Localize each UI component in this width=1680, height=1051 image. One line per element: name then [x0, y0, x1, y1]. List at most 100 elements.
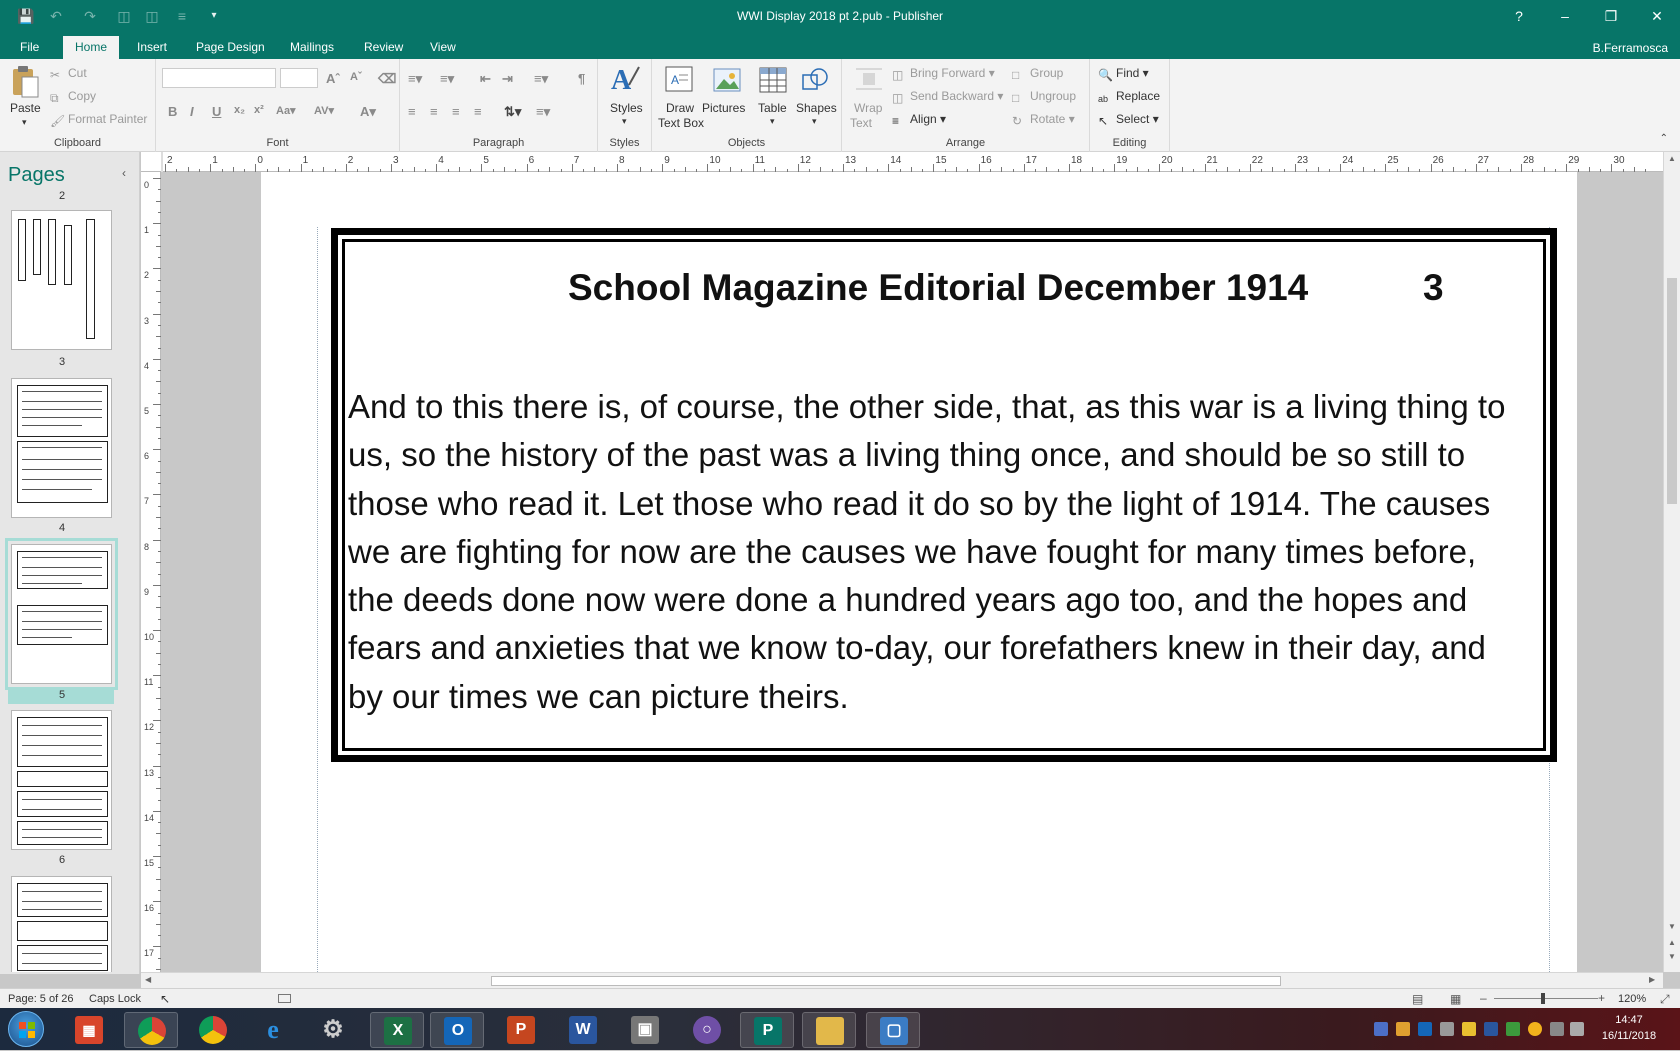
clock-date[interactable]: 16/11/2018 — [1598, 1030, 1660, 1042]
align-left-icon[interactable]: ≡ — [408, 104, 416, 119]
ungroup-button[interactable]: □ Ungroup — [1012, 89, 1076, 105]
taskbar-display[interactable]: ▢ — [866, 1012, 920, 1048]
pictures-icon[interactable] — [712, 65, 744, 97]
start-button[interactable] — [8, 1011, 44, 1047]
align-button[interactable]: ≡ Align ▾ — [892, 112, 946, 128]
zoom-level[interactable]: 120% — [1618, 993, 1646, 1005]
publication-page[interactable]: School Magazine Editorial December 1914 … — [261, 172, 1577, 972]
taskbar-file-explorer[interactable] — [802, 1012, 856, 1048]
article-body[interactable]: And to this there is, of course, the oth… — [348, 383, 1528, 721]
device-tray-icon[interactable] — [1440, 1022, 1454, 1036]
network-tray-icon[interactable] — [1550, 1022, 1564, 1036]
taskbar-chrome-2[interactable] — [186, 1012, 240, 1048]
grow-font-icon[interactable]: Aˆ — [326, 71, 340, 86]
italic-icon[interactable]: I — [190, 104, 194, 119]
vertical-ruler[interactable]: 0 1 2 3 4 5 6 7 8 9 10 11 12 13 14 15 16 17 — [141, 172, 161, 982]
taskbar-publisher[interactable]: P — [740, 1012, 794, 1048]
taskbar-powerpoint[interactable]: P — [494, 1012, 548, 1048]
tab-mailings[interactable]: Mailings — [282, 36, 342, 59]
decrease-indent-icon[interactable]: ⇤ — [480, 71, 491, 87]
group-button[interactable]: □ Group — [1012, 66, 1063, 82]
mail-tray-icon[interactable] — [1396, 1022, 1410, 1036]
bring-forward-button[interactable]: ◫ Bring Forward ▾ — [892, 66, 995, 82]
outlook-tray-icon[interactable] — [1418, 1022, 1432, 1036]
table-button[interactable]: Table — [758, 101, 787, 115]
font-color-icon[interactable]: A▾ — [360, 104, 376, 120]
horizontal-ruler[interactable]: 2 1 0 1 2 3 4 5 6 7 8 9 10 11 12 13 14 15 16 17 18 19 20 21 22 23… — [141, 152, 1663, 172]
change-case-icon[interactable]: Aa▾ — [276, 104, 296, 117]
help-button[interactable]: ? — [1496, 0, 1542, 32]
next-page-icon[interactable]: ▼ — [1668, 952, 1676, 961]
collapse-pane-icon[interactable]: ‹ — [122, 166, 126, 180]
scroll-left-arrow-icon[interactable]: ◀ — [145, 975, 151, 984]
teams-tray-icon[interactable] — [1374, 1022, 1388, 1036]
vertical-scroll-thumb[interactable] — [1667, 278, 1677, 504]
justify-icon[interactable]: ≡ — [474, 104, 482, 119]
tab-review[interactable]: Review — [356, 36, 411, 59]
page-indicator[interactable]: Page: 5 of 26 — [8, 993, 73, 1005]
shrink-font-icon[interactable]: Aˇ — [350, 71, 362, 83]
cut-button[interactable]: ✂ Cut — [50, 66, 87, 82]
single-page-view-icon[interactable]: ▤ — [1412, 992, 1423, 1006]
paste-button[interactable]: Paste — [10, 101, 41, 115]
subscript-icon[interactable]: x₂ — [234, 104, 245, 116]
table-icon[interactable] — [758, 65, 790, 97]
shapes-icon[interactable] — [800, 65, 832, 97]
paste-dropdown-icon[interactable]: ▾ — [22, 117, 27, 128]
find-button[interactable]: 🔍 Find ▾ — [1098, 66, 1149, 82]
clock-time[interactable]: 14:47 — [1598, 1014, 1660, 1026]
word-tray-icon[interactable] — [1484, 1022, 1498, 1036]
taskbar-media[interactable]: ○ — [680, 1012, 734, 1048]
update-tray-icon[interactable] — [1506, 1022, 1520, 1036]
taskbar-camera[interactable]: ▣ — [618, 1012, 672, 1048]
pictures-button[interactable]: Pictures — [702, 101, 745, 115]
taskbar-chrome[interactable] — [124, 1012, 178, 1048]
tab-home[interactable]: Home — [63, 36, 119, 59]
scroll-right-arrow-icon[interactable]: ▶ — [1649, 975, 1655, 984]
vertical-scrollbar[interactable]: ▲ ▼ ▲ ▼ — [1663, 152, 1680, 972]
page-thumbnail-6[interactable] — [11, 710, 112, 850]
text-box-frame[interactable]: School Magazine Editorial December 1914 … — [331, 228, 1557, 762]
tab-page-design[interactable]: Page Design — [188, 36, 273, 59]
font-name-input[interactable] — [162, 68, 276, 88]
warning-tray-icon[interactable] — [1528, 1022, 1542, 1036]
table-dropdown-icon[interactable]: ▾ — [770, 116, 775, 127]
taskbar-settings[interactable]: ⚙ — [306, 1012, 360, 1048]
center-icon[interactable]: ≡ — [430, 104, 438, 119]
notes-tray-icon[interactable] — [1462, 1022, 1476, 1036]
two-page-view-icon[interactable]: ▦ — [1450, 992, 1461, 1006]
taskbar-internet-explorer[interactable]: e — [246, 1012, 300, 1048]
replace-button[interactable]: ab Replace — [1098, 89, 1160, 106]
scroll-down-arrow-icon[interactable]: ▼ — [1668, 922, 1676, 931]
document-workspace[interactable]: School Magazine Editorial December 1914 … — [161, 172, 1663, 972]
styles-dropdown-icon[interactable]: ▾ — [622, 116, 627, 127]
font-size-input[interactable] — [280, 68, 318, 88]
paragraph-spacing-icon[interactable]: ≡▾ — [536, 104, 550, 120]
columns-icon[interactable]: ≡▾ — [534, 71, 548, 87]
restore-button[interactable]: ❐ — [1588, 0, 1634, 32]
align-right-icon[interactable]: ≡ — [452, 104, 460, 119]
page-number[interactable]: 3 — [1423, 267, 1444, 309]
bold-icon[interactable]: B — [168, 104, 177, 119]
previous-page-icon[interactable]: ▲ — [1668, 938, 1676, 947]
zoom-slider-thumb[interactable] — [1541, 993, 1545, 1004]
tab-view[interactable]: View — [422, 36, 464, 59]
shapes-dropdown-icon[interactable]: ▾ — [812, 116, 817, 127]
volume-tray-icon[interactable] — [1570, 1022, 1584, 1036]
taskbar-apps-grid[interactable]: ▦ — [62, 1012, 116, 1048]
wrap-text-button[interactable]: Wrap — [854, 101, 882, 115]
page-thumbnail-7[interactable] — [11, 876, 112, 972]
article-title[interactable]: School Magazine Editorial December 1914 — [568, 267, 1308, 309]
taskbar-word[interactable]: W — [556, 1012, 610, 1048]
zoom-in-icon[interactable]: + — [1598, 991, 1605, 1005]
copy-button[interactable]: ⧉ Copy — [50, 89, 96, 105]
page-thumbnail-4[interactable] — [11, 378, 112, 518]
taskbar-outlook[interactable]: O — [430, 1012, 484, 1048]
styles-button[interactable]: Styles — [610, 101, 643, 115]
horizontal-scrollbar[interactable]: ◀ ▶ — [141, 972, 1663, 988]
page-thumbnail-3[interactable] — [11, 210, 112, 350]
horizontal-scroll-thumb[interactable] — [491, 976, 1281, 986]
character-spacing-icon[interactable]: AV▾ — [314, 104, 334, 117]
line-spacing-icon[interactable]: ⇅▾ — [504, 104, 521, 120]
send-backward-button[interactable]: ◫ Send Backward ▾ — [892, 89, 1003, 105]
